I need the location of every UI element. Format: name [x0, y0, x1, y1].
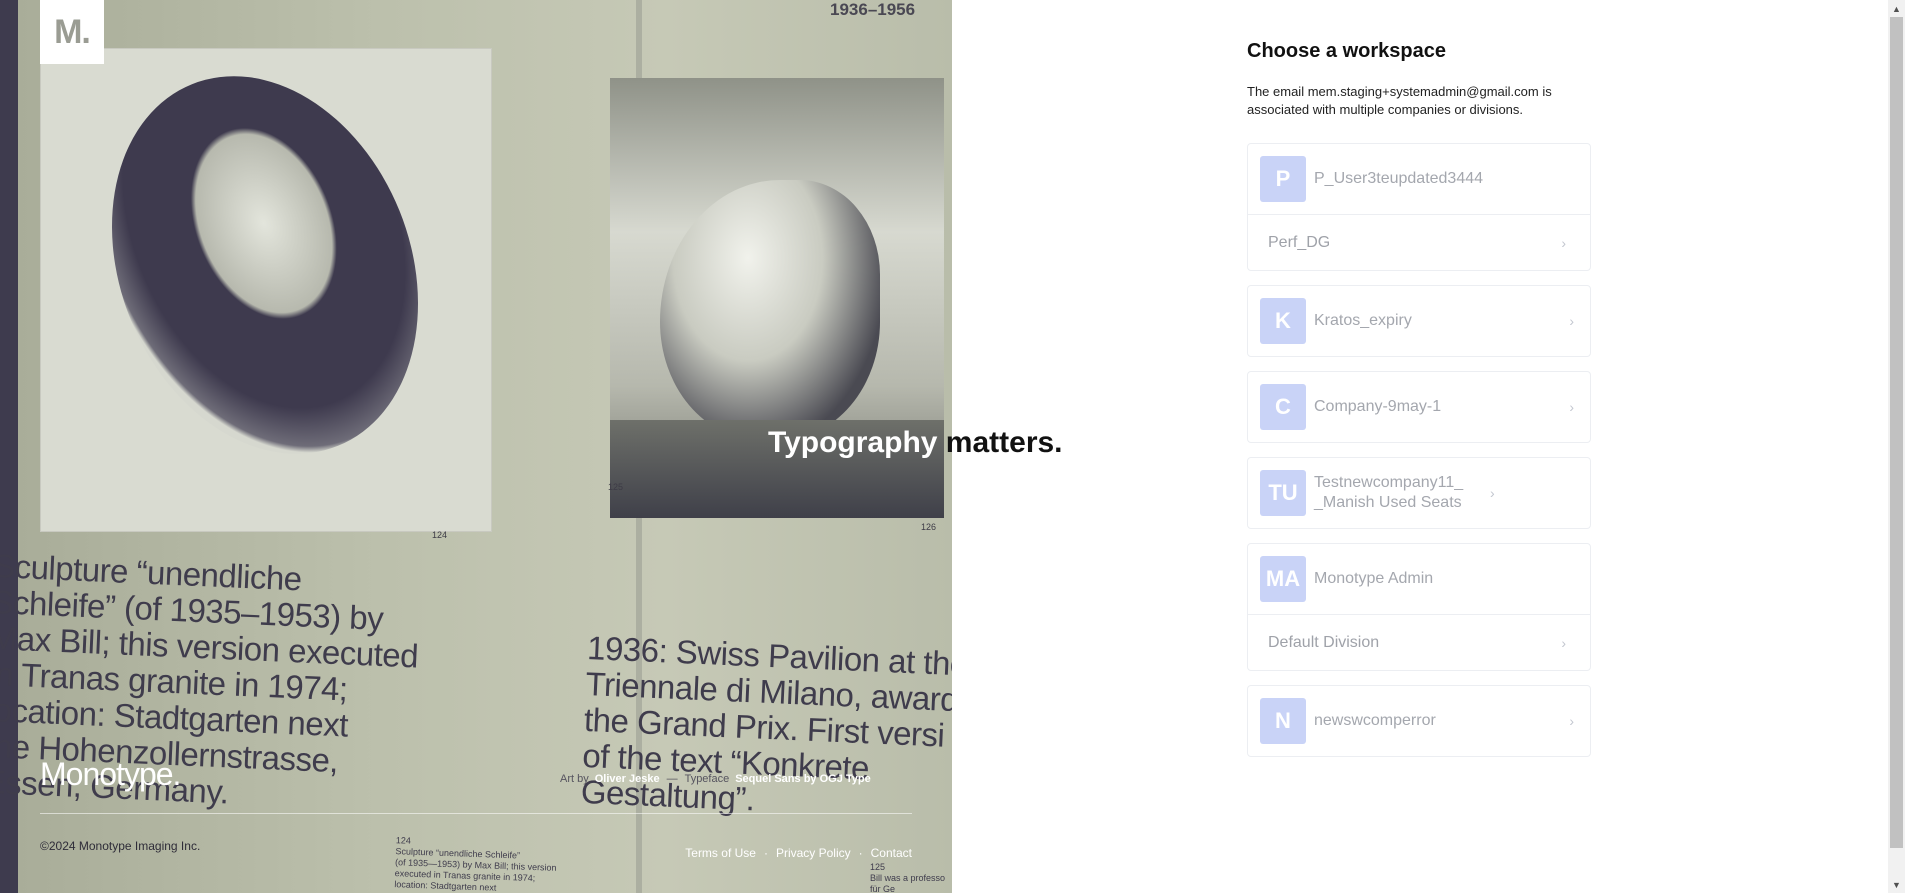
workspace-item-monotype-admin[interactable]: MA Monotype Admin: [1248, 544, 1590, 614]
workspace-name: Testnewcompany11_ _Manish Used Seats: [1314, 474, 1464, 511]
workspace-card: N newswcomperror ›: [1247, 685, 1591, 757]
workspace-card: MA Monotype Admin Default Division ›: [1247, 543, 1591, 671]
monotype-logo[interactable]: M.: [40, 0, 104, 64]
scroll-down-arrow-icon[interactable]: ▼: [1888, 876, 1905, 893]
vertical-scrollbar[interactable]: ▲ ▼: [1888, 0, 1905, 893]
typeface-name: Sequel Sans by OGJ Type: [735, 773, 871, 785]
art-by-name: Oliver Jeske: [594, 773, 660, 785]
workspace-avatar: TU: [1260, 470, 1306, 516]
copyright: ©2024 Monotype Imaging Inc.: [40, 839, 201, 853]
workspace-item-testnewcompany11[interactable]: TU Testnewcompany11_ _Manish Used Seats …: [1248, 458, 1590, 528]
workspace-avatar: K: [1260, 298, 1306, 344]
workspace-item-company-9may-1[interactable]: C Company-9may-1 ›: [1248, 372, 1590, 442]
page-number: 124: [432, 530, 448, 540]
credits-separator: —: [666, 773, 678, 785]
workspace-card: K Kratos_expiry ›: [1247, 285, 1591, 357]
workspace-name: P_User3teupdated3444: [1314, 170, 1484, 187]
brand-wordmark: Monotype.: [40, 756, 181, 792]
division-item-default-division[interactable]: Default Division ›: [1248, 614, 1590, 670]
chevron-right-icon: ›: [1569, 399, 1574, 415]
division-item-perf-dg[interactable]: Perf_DG ›: [1248, 214, 1590, 270]
workspace-item-kratos-expiry[interactable]: K Kratos_expiry ›: [1248, 286, 1590, 356]
page-number: 125: [608, 482, 624, 492]
tagline-white: Typography: [768, 426, 946, 459]
book-caption-right: 1936: Swiss Pavilion at the Triennale di…: [580, 629, 952, 818]
footer-divider: [40, 813, 912, 814]
scroll-thumb[interactable]: [1890, 17, 1903, 848]
workspace-item-p-user3teupdated3444[interactable]: P P_User3teupdated3444: [1248, 144, 1590, 214]
division-name: Default Division: [1268, 633, 1380, 651]
workspace-card: TU Testnewcompany11_ _Manish Used Seats …: [1247, 457, 1591, 529]
contact-link[interactable]: Contact: [871, 846, 912, 860]
scroll-up-arrow-icon[interactable]: ▲: [1888, 0, 1905, 17]
year-tag: 1936–1956: [830, 0, 916, 19]
workspace-name: Company-9may-1: [1314, 398, 1442, 415]
page-number: 126: [921, 522, 937, 532]
workspace-avatar: N: [1260, 698, 1306, 744]
art-by-label: Art by: [560, 773, 589, 785]
workspace-card: P P_User3teupdated3444 Perf_DG ›: [1247, 143, 1591, 271]
terms-link[interactable]: Terms of Use: [685, 846, 756, 860]
workspace-name: Kratos_expiry: [1314, 312, 1412, 329]
book-small-print-right: 125 Bill was a professo für Ge: [870, 862, 946, 893]
footer-dot: ·: [763, 846, 768, 860]
workspace-description: The email mem.staging+systemadmin@gmail.…: [1247, 84, 1552, 117]
workspace-name: Monotype Admin: [1314, 570, 1434, 587]
workspace-avatar: P: [1260, 156, 1306, 202]
workspace-avatar: MA: [1260, 556, 1306, 602]
footer-links: Terms of Use · Privacy Policy · Contact: [685, 846, 912, 860]
chevron-right-icon: ›: [1561, 234, 1566, 251]
chevron-right-icon: ›: [1569, 313, 1574, 329]
workspace-name: newswcomperror: [1314, 712, 1436, 729]
chevron-right-icon: ›: [1569, 713, 1574, 729]
chevron-right-icon: ›: [1561, 634, 1566, 651]
footer-dot: ·: [858, 846, 863, 860]
workspace-card: C Company-9may-1 ›: [1247, 371, 1591, 443]
privacy-link[interactable]: Privacy Policy: [776, 846, 851, 860]
workspace-avatar: C: [1260, 384, 1306, 430]
art-credits: Art by Oliver Jeske — Typeface Sequel Sans b…: [560, 773, 871, 785]
tagline: Typography matters.: [768, 426, 1063, 460]
book-small-print-left: 124 Sculpture “unendliche Schleife” (of …: [394, 835, 557, 893]
tagline-dark: matters.: [945, 426, 1063, 459]
chevron-right-icon: ›: [1490, 485, 1495, 501]
workspace-item-newswcomperror[interactable]: N newswcomperror ›: [1248, 686, 1590, 756]
typeface-label: Typeface: [684, 773, 730, 785]
page-title: Choose a workspace: [1247, 40, 1446, 62]
division-name: Perf_DG: [1268, 233, 1331, 251]
workspace-panel: Choose a workspace The email mem.staging…: [1247, 40, 1591, 757]
